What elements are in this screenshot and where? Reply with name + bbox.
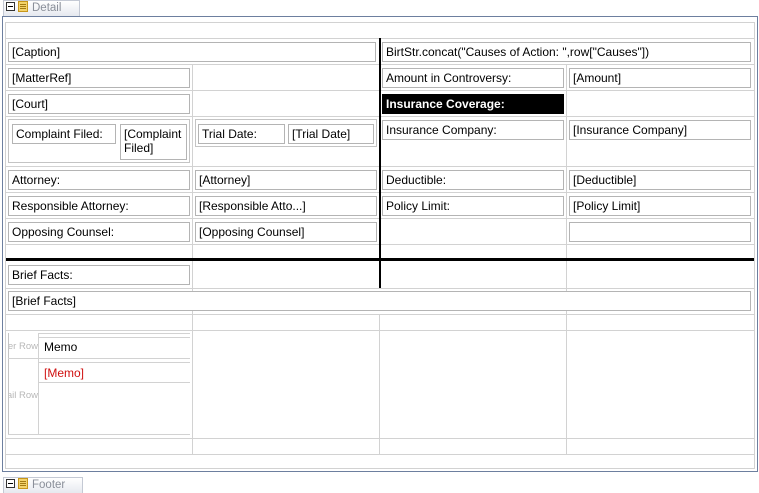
detail-band-label: Detail [32, 2, 62, 14]
expand-toggle-icon[interactable] [6, 479, 15, 489]
amount-label: Amount in Controversy: [382, 68, 564, 88]
footer-band-tab[interactable]: Footer [3, 477, 83, 493]
complaint-filed-label: Complaint Filed: [12, 124, 116, 144]
court-field[interactable]: [Court] [8, 94, 190, 114]
memo-header[interactable]: Memo [44, 340, 184, 356]
header-row-handle[interactable]: Header Row [9, 341, 38, 355]
deductible-label: Deductible: [382, 170, 564, 190]
band-icon [18, 478, 28, 490]
brief-facts-field[interactable]: [Brief Facts] [8, 291, 751, 311]
empty-field[interactable] [569, 222, 751, 242]
band-icon [18, 1, 28, 13]
memo-field[interactable]: [Memo] [44, 366, 184, 382]
responsible-attorney-field[interactable]: [Responsible Atto...] [195, 196, 377, 216]
opposing-counsel-label: Opposing Counsel: [8, 222, 190, 242]
caption-field[interactable]: [Caption] [8, 42, 376, 62]
collapse-toggle-icon[interactable] [6, 2, 15, 12]
brief-facts-label: Brief Facts: [8, 265, 190, 285]
amount-field[interactable]: [Amount] [569, 68, 751, 88]
detail-row-handle[interactable]: Detail Row [9, 390, 38, 404]
policy-limit-label: Policy Limit: [382, 196, 564, 216]
vertical-divider [379, 38, 381, 258]
matter-ref-field[interactable]: [MatterRef] [8, 68, 190, 88]
insurance-coverage-heading[interactable]: Insurance Coverage: [382, 94, 564, 114]
complaint-filed-value[interactable]: [Complaint Filed] [120, 124, 187, 160]
trial-date-label: Trial Date: [198, 124, 285, 144]
footer-band-label: Footer [32, 479, 66, 491]
attorney-label: Attorney: [8, 170, 190, 190]
insurance-company-field[interactable]: [Insurance Company] [569, 120, 751, 140]
vertical-divider-lower [379, 261, 381, 288]
attorney-field[interactable]: [Attorney] [195, 170, 377, 190]
insurance-company-label: Insurance Company: [382, 120, 564, 140]
opposing-counsel-field[interactable]: [Opposing Counsel] [195, 222, 377, 242]
responsible-attorney-label: Responsible Attorney: [8, 196, 190, 216]
causes-expression-field[interactable]: BirtStr.concat("Causes of Action: ",row[… [382, 42, 751, 62]
deductible-field[interactable]: [Deductible] [569, 170, 751, 190]
policy-limit-field[interactable]: [Policy Limit] [569, 196, 751, 216]
detail-band-tab[interactable]: Detail [3, 0, 80, 16]
trial-date-value[interactable]: [Trial Date] [288, 124, 374, 144]
